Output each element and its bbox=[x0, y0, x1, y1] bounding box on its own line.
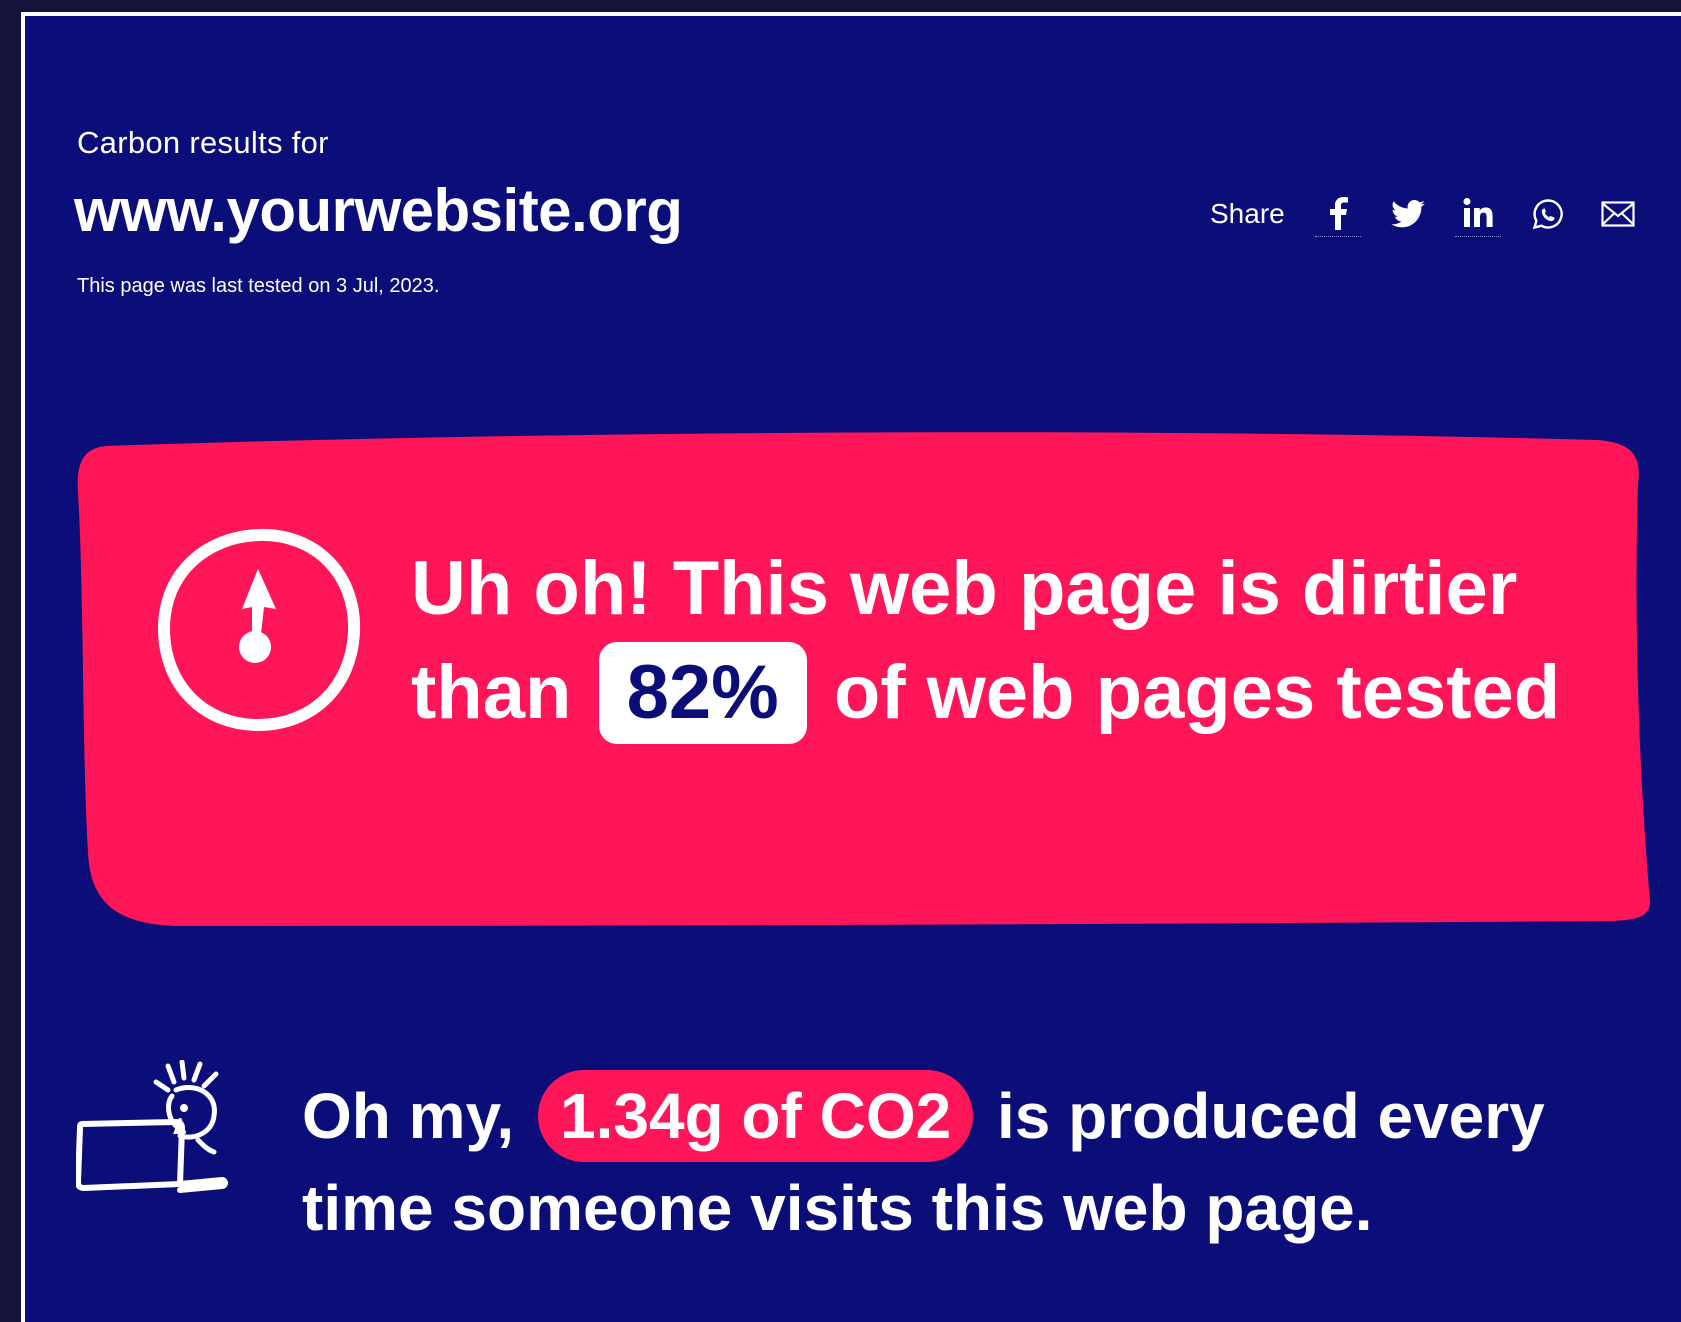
share-label: Share bbox=[1210, 197, 1285, 229]
email-icon bbox=[1601, 200, 1635, 227]
facebook-icon bbox=[1329, 197, 1348, 230]
result-message: Uh oh! This web page is dirtier than 82%… bbox=[411, 537, 1591, 745]
twitter-icon bbox=[1390, 199, 1425, 227]
share-facebook-button[interactable] bbox=[1314, 190, 1361, 237]
result-banner: Uh oh! This web page is dirtier than 82%… bbox=[76, 432, 1650, 930]
share-twitter-button[interactable] bbox=[1385, 191, 1431, 237]
emissions-message: Oh my, 1.34g of CO2 is produced every ti… bbox=[302, 1070, 1652, 1254]
result-text-after: of web pages tested bbox=[833, 650, 1561, 735]
share-email-button[interactable] bbox=[1595, 191, 1641, 237]
whatsapp-icon bbox=[1532, 198, 1563, 229]
share-whatsapp-button[interactable] bbox=[1525, 191, 1571, 237]
gauge-icon bbox=[157, 528, 361, 732]
dirtier-percent-badge: 82% bbox=[598, 642, 807, 744]
laptop-person-icon bbox=[76, 1060, 228, 1193]
co2-amount-badge: 1.34g of CO2 bbox=[537, 1070, 974, 1162]
site-url: www.yourwebsite.org bbox=[74, 177, 683, 244]
last-tested-text: This page was last tested on 3 Jul, 2023… bbox=[77, 275, 440, 297]
share-linkedin-button[interactable] bbox=[1454, 190, 1501, 237]
results-eyebrow: Carbon results for bbox=[77, 125, 329, 160]
emissions-text-before: Oh my, bbox=[302, 1080, 515, 1152]
linkedin-icon bbox=[1463, 198, 1493, 227]
share-bar: Share bbox=[1210, 190, 1653, 237]
